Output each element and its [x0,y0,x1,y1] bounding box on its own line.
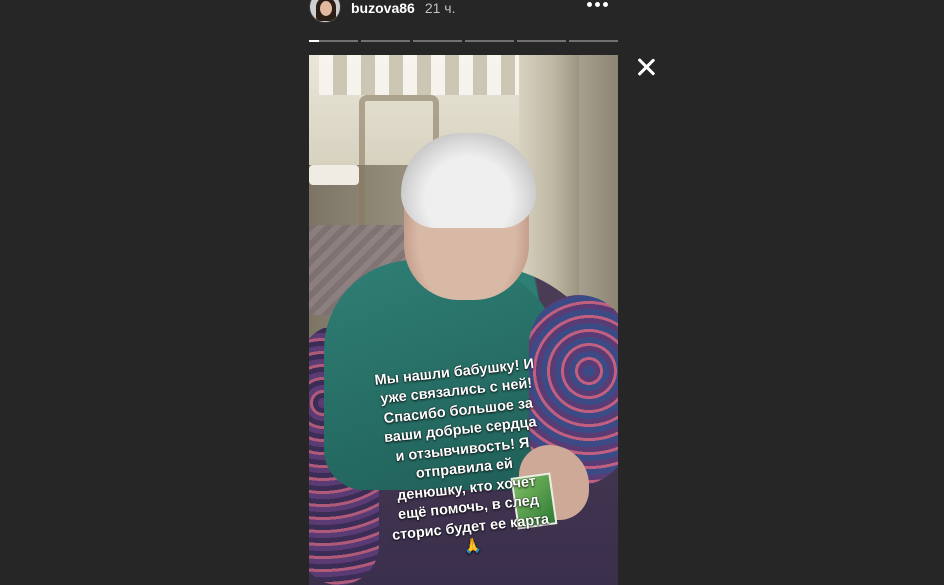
progress-segment [517,40,566,42]
more-horizontal-icon [587,2,592,7]
photo-window-bars [319,55,519,95]
story-viewer: buzova86 21 ч. Мы нашли бабушку! И уже с… [0,0,944,585]
story-media[interactable]: Мы нашли бабушку! И уже связались с ней!… [309,55,618,585]
progress-segment [309,40,358,42]
progress-segment [569,40,618,42]
progress-fill [309,40,319,42]
avatar-face [320,1,332,16]
timestamp: 21 ч. [424,0,456,16]
progress-segment [413,40,462,42]
story-header: buzova86 21 ч. [309,0,618,26]
more-options-button[interactable] [587,2,608,7]
caption-container: Мы нашли бабушку! И уже связались с ней!… [309,339,618,580]
username-link[interactable]: buzova86 [351,0,415,16]
close-icon[interactable] [636,57,656,77]
progress-segment [361,40,410,42]
progress-segment [465,40,514,42]
more-horizontal-icon-dot [603,2,608,7]
story-caption: Мы нашли бабушку! И уже связались с ней!… [373,355,550,556]
story-progress-bar [309,40,618,42]
avatar[interactable] [309,0,341,23]
more-horizontal-icon-dot [595,2,600,7]
photo-table [309,165,359,185]
